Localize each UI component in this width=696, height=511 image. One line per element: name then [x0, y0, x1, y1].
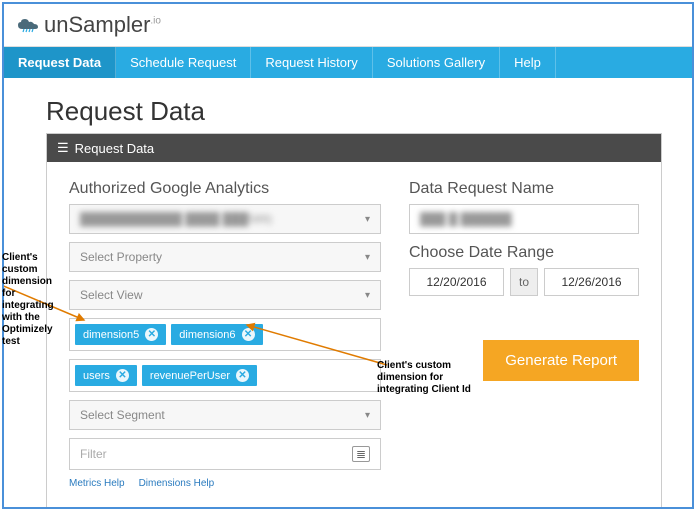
view-placeholder: Select View [80, 288, 142, 302]
dimension-tag[interactable]: dimension5 ✕ [75, 324, 166, 345]
dimensions-help-link[interactable]: Dimensions Help [139, 478, 215, 489]
tag-label: revenuePerUser [150, 370, 230, 382]
nav-help[interactable]: Help [500, 47, 556, 78]
data-request-name-input[interactable]: ███ █ ██████ [409, 204, 639, 234]
chevron-down-icon: ▾ [365, 214, 370, 225]
panel-title: Request Data [75, 141, 155, 156]
request-data-panel: ☰ Request Data Authorized Google Analyti… [46, 133, 662, 508]
date-from-input[interactable]: 12/20/2016 [409, 268, 504, 296]
data-request-name-label: Data Request Name [409, 180, 639, 198]
tag-label: dimension6 [179, 329, 235, 341]
account-value: ████████████ ████ ███589) [80, 212, 272, 226]
nav-solutions-gallery[interactable]: Solutions Gallery [373, 47, 500, 78]
nav-request-data[interactable]: Request Data [4, 47, 116, 78]
cloud-icon [16, 17, 40, 33]
page-title: Request Data [46, 96, 662, 127]
remove-tag-icon[interactable]: ✕ [242, 328, 255, 341]
remove-tag-icon[interactable]: ✕ [145, 328, 158, 341]
date-separator: to [510, 268, 538, 296]
metrics-input[interactable]: users ✕ revenuePerUser ✕ [69, 359, 381, 392]
date-from-value: 12/20/2016 [426, 275, 486, 289]
view-select[interactable]: Select View ▾ [69, 280, 381, 310]
brand-pre: un [44, 12, 68, 37]
segment-select[interactable]: Select Segment ▾ [69, 400, 381, 430]
chevron-down-icon: ▾ [365, 410, 370, 421]
dimensions-input[interactable]: dimension5 ✕ dimension6 ✕ [69, 318, 381, 351]
metrics-help-link[interactable]: Metrics Help [69, 478, 125, 489]
nav-schedule-request[interactable]: Schedule Request [116, 47, 251, 78]
list-icon: ☰ [57, 140, 69, 156]
property-placeholder: Select Property [80, 250, 162, 264]
filter-list-icon: ≣ [352, 446, 370, 462]
metric-tag[interactable]: users ✕ [75, 365, 137, 386]
date-to-input[interactable]: 12/26/2016 [544, 268, 639, 296]
data-request-name-value: ███ █ ██████ [420, 212, 512, 226]
account-select[interactable]: ████████████ ████ ███589) ▾ [69, 204, 381, 234]
brand-bold: Sampler [68, 12, 150, 37]
chevron-down-icon: ▾ [365, 252, 370, 263]
brand-sup: .io [150, 16, 161, 27]
segment-placeholder: Select Segment [80, 408, 165, 422]
chevron-down-icon: ▾ [365, 290, 370, 301]
date-to-value: 12/26/2016 [561, 275, 621, 289]
app-header: unSampler.io [4, 4, 692, 47]
panel-header: ☰ Request Data [47, 134, 661, 162]
tag-label: users [83, 370, 110, 382]
tag-label: dimension5 [83, 329, 139, 341]
remove-tag-icon[interactable]: ✕ [236, 369, 249, 382]
brand-logo: unSampler.io [16, 12, 161, 38]
authorized-ga-label: Authorized Google Analytics [69, 180, 381, 198]
dimension-tag[interactable]: dimension6 ✕ [171, 324, 262, 345]
metric-tag[interactable]: revenuePerUser ✕ [142, 365, 257, 386]
property-select[interactable]: Select Property ▾ [69, 242, 381, 272]
filter-input[interactable]: Filter ≣ [69, 438, 381, 470]
date-range-label: Choose Date Range [409, 244, 639, 262]
nav-request-history[interactable]: Request History [251, 47, 372, 78]
remove-tag-icon[interactable]: ✕ [116, 369, 129, 382]
main-nav: Request Data Schedule Request Request Hi… [4, 47, 692, 78]
filter-placeholder: Filter [80, 447, 107, 461]
generate-report-button[interactable]: Generate Report [483, 340, 639, 381]
